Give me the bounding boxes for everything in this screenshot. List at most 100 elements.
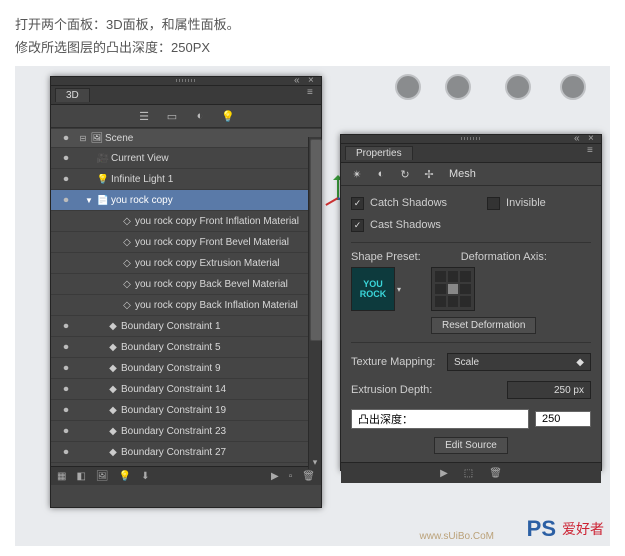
mode-cap-icon[interactable]: ↻ [397,166,413,182]
tree-row[interactable]: ◇you rock copy Back Inflation Material [51,294,321,315]
tree-row[interactable]: ⏺◆Boundary Constraint 19 [51,399,321,420]
invisible-checkbox[interactable]: Invisible [487,194,546,212]
close-icon[interactable]: × [308,76,318,86]
footer-icon[interactable]: 💡 [119,471,131,482]
item-type-icon: ◆ [105,426,121,437]
panel-dock-bar[interactable]: « × [51,77,321,86]
new-icon[interactable]: ▫ [289,471,293,482]
tree-header[interactable]: ⏺ ⊟ 🖼 Scene [51,128,321,147]
tree-scrollbar[interactable]: ▴ ▾ [308,137,321,469]
tree-item-label: Infinite Light 1 [111,174,321,185]
tree-item-label: Boundary Constraint 23 [121,426,321,437]
tab-properties[interactable]: Properties [345,146,413,160]
render-icon[interactable]: ▶ [271,471,279,482]
tree-row[interactable]: ⏺◆Boundary Constraint 27 [51,441,321,462]
tree-item-label: you rock copy Extrusion Material [135,258,321,269]
texture-mapping-dropdown[interactable]: Scale ◆ [447,353,591,371]
item-type-icon: ◆ [105,405,121,416]
item-type-icon: ◆ [105,384,121,395]
tree-row[interactable]: ⏺ ◆Boundary Constraint 5 [51,336,321,357]
twisty-icon[interactable]: ▼ [83,196,95,205]
trash-icon[interactable]: 🗑 [489,468,502,479]
tree-row[interactable]: ⏺🎥Current View [51,147,321,168]
tree-item-label: Boundary Constraint 5 [121,342,321,353]
properties-mode-row: ✴ ◐ ↻ ✢ Mesh [341,163,601,186]
collapse-icon[interactable]: « [574,134,584,144]
tree-row[interactable]: ◇you rock copy Extrusion Material [51,252,321,273]
eye-icon[interactable]: ⏺ [55,405,77,416]
item-type-icon: ◆ [105,342,121,353]
scrollbar-thumb[interactable] [310,139,322,341]
reset-deformation-button[interactable]: Reset Deformation [431,317,536,334]
tree-row[interactable]: ◇you rock copy Back Bevel Material [51,273,321,294]
tree-item-label: you rock copy Back Bevel Material [135,279,321,290]
catch-shadows-label: Catch Shadows [370,197,447,209]
footer-icon[interactable]: ⬇ [141,471,149,482]
footer-icon[interactable]: ▦ [57,471,66,482]
eye-icon[interactable]: ⏺ [55,195,77,206]
3d-panel-footer: ▦ ◧ 🖼 💡 ⬇ ▶ ▫ 🗑 [51,466,321,485]
mode-deform-icon[interactable]: ◐ [373,166,389,182]
eye-icon[interactable]: ⏺ [55,363,77,374]
mode-coord-icon[interactable]: ✢ [421,166,437,182]
item-type-icon: ◇ [119,279,135,290]
mode-mesh-icon[interactable]: ✴ [349,166,365,182]
tree-item-label: you rock copy [111,195,321,206]
tree-row[interactable]: ⏺ ◆Boundary Constraint 1 [51,315,321,336]
catch-shadows-checkbox[interactable]: ✓ Catch Shadows [351,194,447,212]
tree-row[interactable]: ⏺▼📄you rock copy [51,189,321,210]
eye-icon[interactable]: ⏺ [55,174,77,185]
chevron-down-icon[interactable]: ▾ [397,285,401,294]
watermark-url: www.sUiBo.CoM [420,531,494,542]
footer-icon[interactable]: ◧ [76,471,85,482]
deformation-axis-picker[interactable] [431,267,475,311]
tree-row[interactable]: ⏺💡Infinite Light 1 [51,168,321,189]
shape-preset-picker[interactable]: YOU ROCK [351,267,395,311]
eye-icon[interactable]: ⏺ [55,447,77,458]
panel-menu-icon[interactable]: ≡ [587,146,597,156]
tree-row[interactable]: ◇you rock copy Front Bevel Material [51,231,321,252]
eye-icon[interactable]: ⏺ [55,342,77,353]
collapse-icon[interactable]: « [294,76,304,86]
eye-icon[interactable]: ⏺ [55,426,77,437]
panel-menu-icon[interactable]: ≡ [307,88,317,98]
trash-icon[interactable]: 🗑 [302,471,315,482]
tab-3d[interactable]: 3D [55,88,90,102]
filter-light-icon[interactable]: 💡 [221,109,235,123]
annotation-value[interactable]: 250 [535,411,591,427]
eye-icon[interactable]: ⏺ [55,321,77,332]
footer-icon[interactable]: ⬚ [464,468,473,479]
bg-dot [395,74,421,100]
filter-mesh-icon[interactable]: ▭ [165,109,179,123]
cast-shadows-label: Cast Shadows [370,219,441,231]
item-type-icon: ◇ [119,237,135,248]
tree-row[interactable]: ◇you rock copy Front Inflation Material [51,210,321,231]
filter-material-icon[interactable]: ◐ [193,109,207,123]
tree-row[interactable]: ⏺ ◆Boundary Constraint 23 [51,420,321,441]
tree-row[interactable]: ⏺◆Boundary Constraint 9 [51,357,321,378]
tree-item-label: Boundary Constraint 1 [121,321,321,332]
deform-axis-label: Deformation Axis: [461,251,547,263]
cast-shadows-checkbox[interactable]: ✓ Cast Shadows [351,216,591,234]
extrusion-depth-field[interactable]: 250 px [507,381,591,399]
footer-icon[interactable]: 🖼 [96,471,109,482]
eye-icon[interactable]: ⏺ [55,384,77,395]
eye-icon[interactable]: ⏺ [55,133,77,144]
extrusion-depth-label: Extrusion Depth: [351,384,439,396]
edit-source-button[interactable]: Edit Source [434,437,508,454]
filter-scene-icon[interactable]: ☰ [137,109,151,123]
3d-filter-row: ☰ ▭ ◐ 💡 [51,105,321,128]
item-type-icon: ◇ [119,300,135,311]
invisible-label: Invisible [506,197,546,209]
item-type-icon: ◆ [105,447,121,458]
panel-tabbar: Properties ≡ [341,144,601,163]
panel-dock-bar[interactable]: « × [341,135,601,144]
render-icon[interactable]: ▶ [440,468,448,479]
eye-icon[interactable]: ⏺ [55,153,77,164]
tree-item-label: you rock copy Front Bevel Material [135,237,321,248]
close-icon[interactable]: × [588,134,598,144]
item-type-icon: ◆ [105,321,121,332]
scene-label: Scene [105,133,321,144]
tree-row[interactable]: ⏺◆Boundary Constraint 14 [51,378,321,399]
tree-item-label: you rock copy Front Inflation Material [135,216,321,227]
